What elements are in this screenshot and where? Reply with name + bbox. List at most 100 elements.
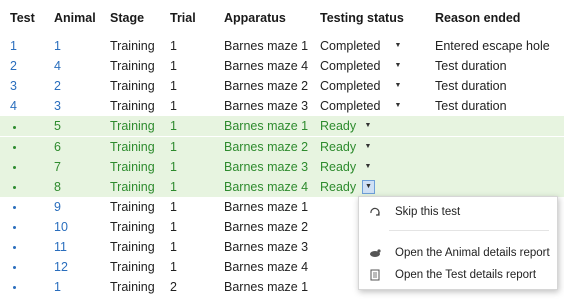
trial-cell: 1 bbox=[170, 39, 177, 53]
stage-cell: Training bbox=[110, 119, 155, 134]
testing-status-cell: Ready bbox=[320, 159, 357, 174]
animal-link[interactable]: 6 bbox=[54, 137, 61, 157]
testing-status-cell: Completed bbox=[320, 79, 381, 94]
apparatus-cell: Barnes maze 3 bbox=[224, 99, 309, 114]
stage-cell: Training bbox=[110, 59, 155, 74]
stage-cell: Training bbox=[110, 219, 155, 234]
stage-cell: Training bbox=[110, 260, 155, 275]
animal-link[interactable]: 11 bbox=[54, 237, 67, 257]
animal-link[interactable]: 7 bbox=[54, 157, 61, 177]
trial-cell: 1 bbox=[170, 119, 177, 134]
animal-link[interactable]: 9 bbox=[54, 197, 61, 217]
menu-item-test-report[interactable]: Open the Test details report bbox=[359, 264, 557, 286]
trial-cell: 1 bbox=[170, 240, 177, 254]
status-dropdown-caret-icon[interactable]: ▼ bbox=[362, 157, 374, 177]
row-bullet bbox=[10, 157, 16, 177]
apparatus-cell: Barnes maze 2 bbox=[224, 139, 309, 154]
menu-divider bbox=[389, 230, 549, 231]
animal-link[interactable]: 2 bbox=[54, 76, 61, 96]
status-dropdown-caret-icon[interactable]: ▼ bbox=[362, 179, 375, 194]
table-row[interactable]: 5 Training 1 Barnes maze 1 Ready ▼ bbox=[0, 116, 564, 137]
apparatus-cell: Barnes maze 4 bbox=[224, 179, 309, 194]
animal-link[interactable]: 1 bbox=[54, 36, 61, 56]
trial-cell: 1 bbox=[170, 199, 177, 214]
stage-cell: Training bbox=[110, 280, 155, 295]
menu-item-label: Open the Test details report bbox=[395, 269, 537, 281]
reason-ended-cell: Test duration bbox=[435, 59, 507, 74]
col-animal-header[interactable]: Animal bbox=[54, 8, 96, 28]
status-dropdown-caret-icon[interactable]: ▼ bbox=[392, 76, 404, 96]
row-context-menu: Skip this test Open the Animal details r… bbox=[358, 196, 558, 290]
row-bullet bbox=[10, 116, 16, 136]
stage-cell: Training bbox=[110, 159, 155, 174]
stage-cell: Training bbox=[110, 99, 155, 114]
apparatus-cell: Barnes maze 2 bbox=[224, 219, 309, 234]
apparatus-cell: Barnes maze 4 bbox=[224, 260, 309, 275]
apparatus-cell: Barnes maze 3 bbox=[224, 159, 309, 174]
row-bullet bbox=[10, 217, 16, 237]
testing-status-cell: Ready bbox=[320, 139, 357, 154]
status-dropdown-caret-icon[interactable]: ▼ bbox=[392, 56, 404, 76]
trial-cell: 1 bbox=[170, 179, 177, 194]
animal-link[interactable]: 5 bbox=[54, 116, 61, 136]
apparatus-cell: Barnes maze 1 bbox=[224, 199, 309, 214]
animal-link[interactable]: 1 bbox=[54, 277, 61, 297]
status-dropdown-caret-icon[interactable]: ▼ bbox=[362, 116, 374, 136]
reason-ended-cell: Entered escape hole bbox=[435, 39, 550, 53]
test-number-link[interactable]: 4 bbox=[10, 96, 17, 116]
testing-status-cell: Ready bbox=[320, 179, 357, 194]
trial-cell: 2 bbox=[170, 280, 177, 295]
testing-status-cell: Completed bbox=[320, 39, 381, 53]
row-bullet bbox=[10, 137, 16, 157]
status-dropdown-caret-icon[interactable]: ▼ bbox=[362, 137, 374, 157]
stage-cell: Training bbox=[110, 199, 155, 214]
testing-status-cell: Ready bbox=[320, 119, 357, 134]
menu-item-label: Skip this test bbox=[395, 206, 461, 218]
trial-cell: 1 bbox=[170, 159, 177, 174]
table-row[interactable]: 6 Training 1 Barnes maze 2 Ready ▼ bbox=[0, 136, 564, 157]
status-dropdown-caret-icon[interactable]: ▼ bbox=[392, 36, 404, 56]
row-bullet bbox=[10, 237, 16, 257]
row-bullet bbox=[10, 257, 16, 277]
animal-link[interactable]: 3 bbox=[54, 96, 61, 116]
table-row[interactable]: 4 3 Training 1 Barnes maze 3 Completed ▼ Test d… bbox=[0, 96, 564, 116]
reason-ended-cell: Test duration bbox=[435, 79, 507, 94]
testing-status-cell: Completed bbox=[320, 59, 381, 74]
trial-cell: 1 bbox=[170, 59, 177, 74]
apparatus-cell: Barnes maze 1 bbox=[224, 280, 309, 295]
bullet-dot bbox=[13, 165, 16, 169]
table-row[interactable]: 7 Training 1 Barnes maze 3 Ready ▼ bbox=[0, 156, 564, 177]
stage-cell: Training bbox=[110, 79, 155, 94]
col-stage-header[interactable]: Stage bbox=[110, 8, 144, 28]
animal-link[interactable]: 10 bbox=[54, 217, 68, 237]
table-row[interactable]: 8 Training 1 Barnes maze 4 Ready ▼ bbox=[0, 176, 564, 197]
table-header: Test Animal Stage Trial Apparatus Testin… bbox=[0, 8, 564, 28]
skip-icon bbox=[370, 207, 380, 216]
test-number-link[interactable]: 3 bbox=[10, 76, 17, 96]
bullet-dot bbox=[13, 125, 16, 129]
row-bullet bbox=[10, 197, 16, 217]
table-row[interactable]: 3 2 Training 1 Barnes maze 2 Completed ▼ Test d… bbox=[0, 76, 564, 96]
menu-item-animal-report[interactable]: Open the Animal details report bbox=[359, 242, 557, 264]
animal-link[interactable]: 4 bbox=[54, 56, 61, 76]
row-bullet bbox=[10, 177, 16, 197]
test-number-link[interactable]: 2 bbox=[10, 56, 17, 76]
table-row[interactable]: 1 1 Training 1 Barnes maze 1 Completed ▼ Entere… bbox=[0, 36, 564, 56]
table-row[interactable]: 2 4 Training 1 Barnes maze 4 Completed ▼ Test d… bbox=[0, 56, 564, 76]
animal-link[interactable]: 8 bbox=[54, 177, 61, 197]
stage-cell: Training bbox=[110, 179, 155, 194]
bullet-dot bbox=[13, 226, 16, 230]
test-number-link[interactable]: 1 bbox=[10, 36, 17, 56]
col-status-header[interactable]: Testing status bbox=[320, 8, 404, 28]
col-test-header[interactable]: Test bbox=[10, 8, 35, 28]
trial-cell: 1 bbox=[170, 260, 177, 275]
col-trial-header[interactable]: Trial bbox=[170, 8, 196, 28]
col-apparatus-header[interactable]: Apparatus bbox=[224, 8, 286, 28]
status-dropdown-caret-icon[interactable]: ▼ bbox=[392, 96, 404, 116]
stage-cell: Training bbox=[110, 139, 155, 154]
animal-link[interactable]: 12 bbox=[54, 257, 68, 277]
apparatus-cell: Barnes maze 2 bbox=[224, 79, 309, 94]
col-reason-header[interactable]: Reason ended bbox=[435, 8, 520, 28]
bullet-dot bbox=[13, 266, 16, 270]
menu-item-skip-test[interactable]: Skip this test bbox=[359, 201, 557, 223]
